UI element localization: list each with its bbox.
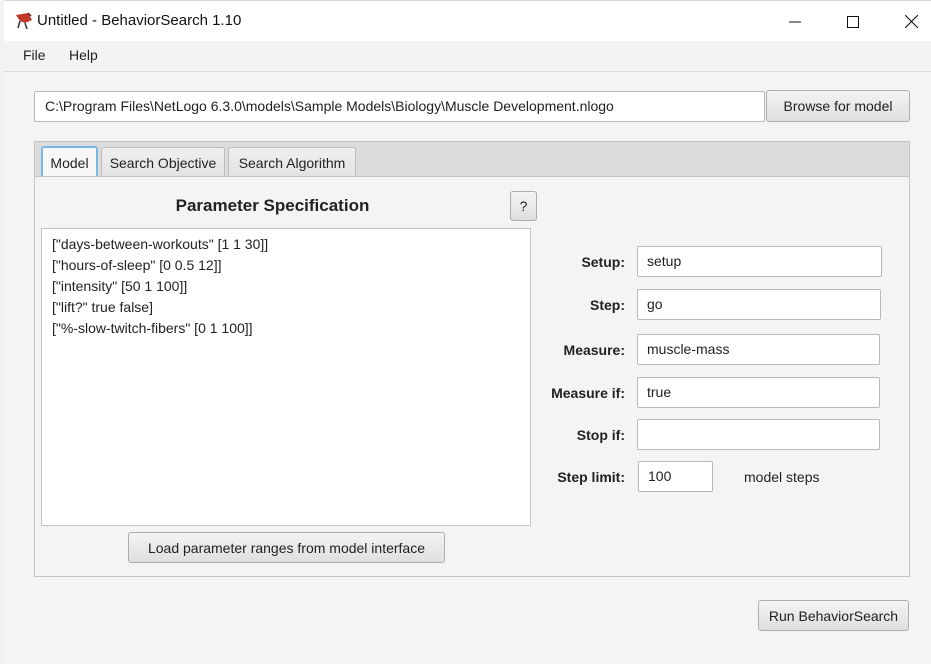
setup-field[interactable]: setup: [637, 246, 882, 277]
step-limit-unit: model steps: [744, 469, 820, 485]
tab-search-objective[interactable]: Search Objective: [101, 147, 225, 177]
tab-search-algorithm[interactable]: Search Algorithm: [228, 147, 356, 177]
param-line: ["lift?" true false]: [52, 299, 153, 315]
parameter-specification-heading: Parameter Specification: [175, 196, 370, 215]
menu-file[interactable]: File: [19, 47, 50, 63]
param-line: ["intensity" [50 1 100]]: [52, 278, 188, 294]
menu-bar: File Help: [4, 41, 931, 72]
behaviorsearch-app-icon: [16, 12, 32, 30]
model-path-field[interactable]: C:\Program Files\NetLogo 6.3.0\models\Sa…: [34, 91, 765, 122]
measure-label: Measure:: [563, 342, 625, 358]
step-limit-label: Step limit:: [557, 469, 625, 485]
browse-for-model-button[interactable]: Browse for model: [766, 90, 910, 122]
maximize-button[interactable]: [830, 1, 876, 42]
minimize-icon: [789, 21, 801, 22]
tab-model[interactable]: Model: [41, 146, 98, 177]
step-label: Step:: [590, 297, 625, 313]
param-line: ["hours-of-sleep" [0 0.5 12]]: [52, 257, 222, 273]
param-line: ["days-between-workouts" [1 1 30]]: [52, 236, 269, 252]
step-field[interactable]: go: [637, 289, 881, 320]
measure-field[interactable]: muscle-mass: [637, 334, 880, 365]
title-bar: Untitled - BehaviorSearch 1.10: [4, 0, 931, 41]
close-button[interactable]: [888, 1, 931, 42]
maximize-icon: [847, 15, 859, 28]
window-title: Untitled - BehaviorSearch 1.10: [37, 12, 242, 29]
measure-if-label: Measure if:: [551, 385, 625, 401]
stop-if-label: Stop if:: [576, 427, 625, 443]
menu-help[interactable]: Help: [65, 47, 102, 63]
close-icon: [904, 15, 918, 28]
stop-if-field[interactable]: [637, 419, 880, 450]
param-line: ["%-slow-twitch-fibers" [0 1 100]]: [52, 320, 253, 336]
measure-if-field[interactable]: true: [637, 377, 880, 408]
minimize-button[interactable]: [772, 1, 818, 42]
load-parameter-ranges-button[interactable]: Load parameter ranges from model interfa…: [128, 532, 445, 563]
run-behaviorsearch-button[interactable]: Run BehaviorSearch: [758, 600, 909, 631]
step-limit-field[interactable]: 100: [638, 461, 713, 492]
setup-label: Setup:: [581, 254, 625, 270]
parameter-spec-textarea[interactable]: ["days-between-workouts" [1 1 30]] ["hou…: [41, 228, 531, 526]
parameter-help-button[interactable]: ?: [510, 191, 537, 221]
